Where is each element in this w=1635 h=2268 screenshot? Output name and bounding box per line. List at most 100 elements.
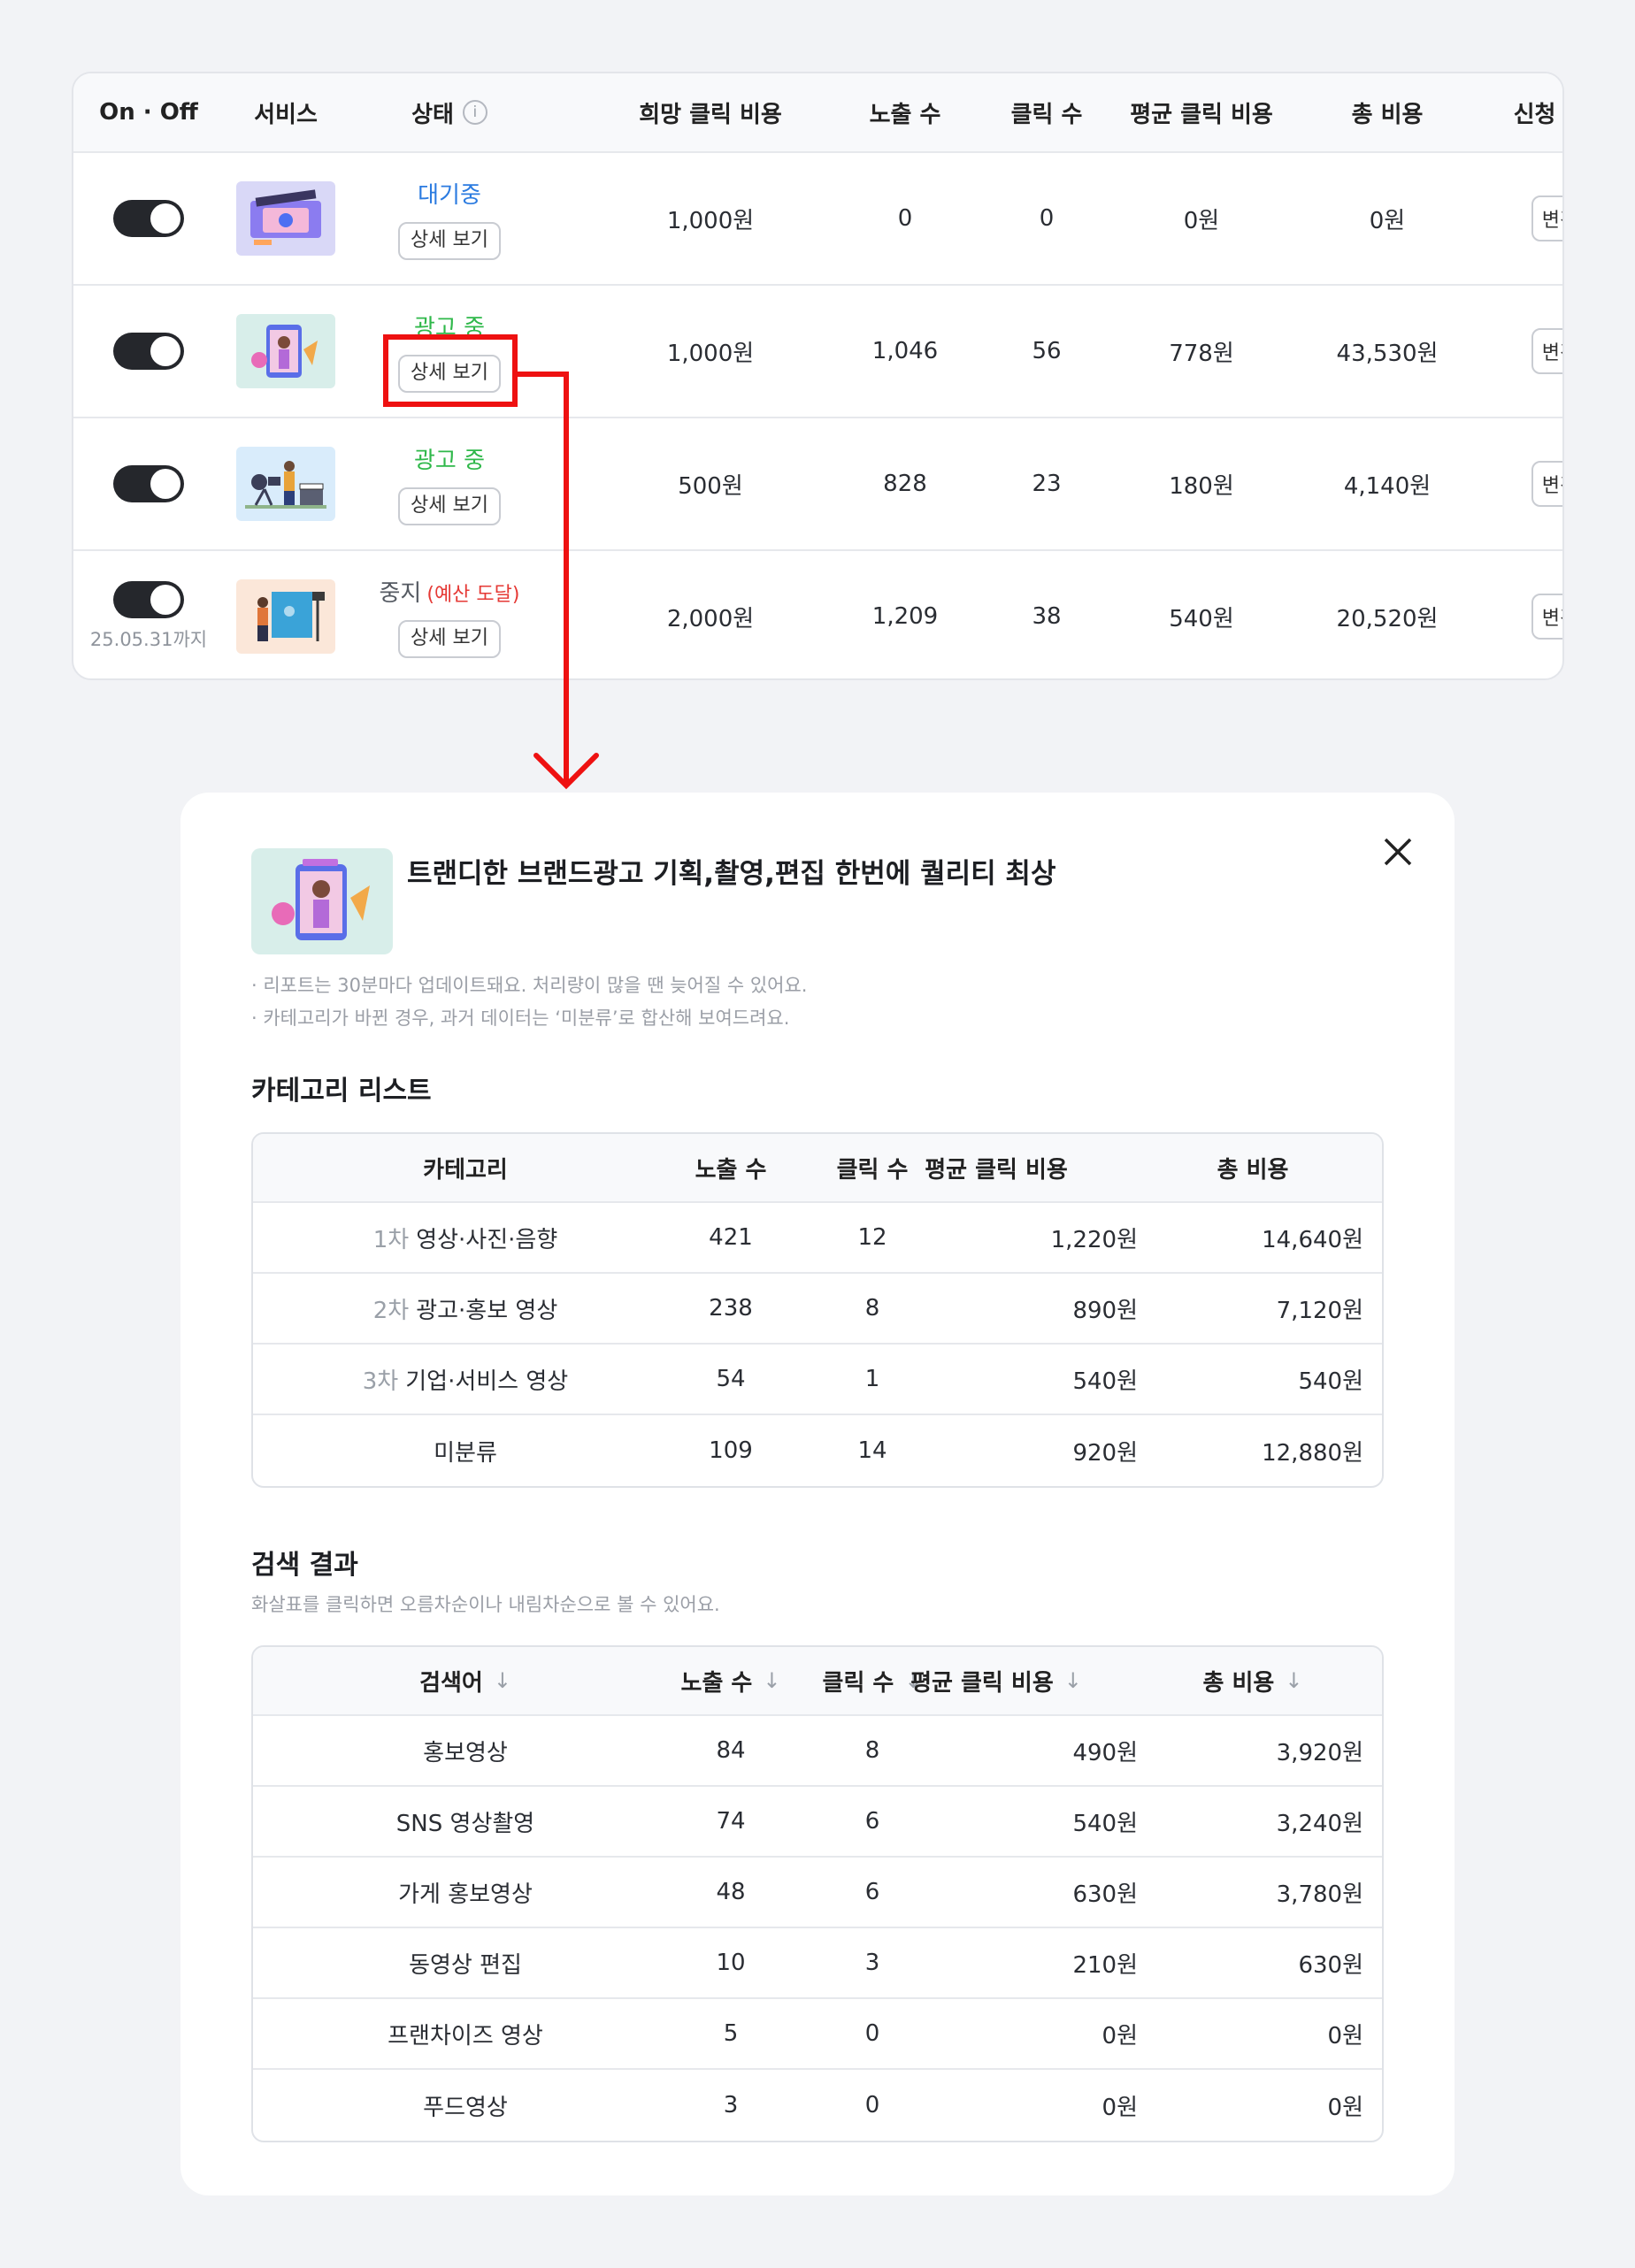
service-cell: [224, 153, 348, 284]
status-cell: 대기중 상세 보기: [374, 153, 525, 284]
header-status-label: 상태: [411, 101, 454, 128]
arrow-down-icon[interactable]: ↓: [763, 1668, 780, 1693]
ad-row: 대기중 상세 보기 1,000원 0 0 0원 0원 변경: [73, 153, 1562, 286]
detail-button[interactable]: 상세 보기: [398, 620, 501, 658]
table-row: 3차 기업·서비스 영상 54 1 540원 540원: [253, 1345, 1382, 1415]
total-cost-value: 3,780원: [1276, 1881, 1363, 1908]
keyword-value: SNS 영상촬영: [395, 1810, 535, 1837]
total-cost-value: 0원: [1327, 2022, 1363, 2050]
service-thumbnail[interactable]: [236, 447, 335, 521]
service-thumbnail: [251, 848, 393, 954]
ads-table-header: On · Off 서비스 상태 i 희망 클릭 비용 노출 수 클릭 수 평균 …: [73, 73, 1562, 153]
on-off-toggle[interactable]: [113, 581, 184, 618]
avg-cpc-value: 630원: [1072, 1881, 1138, 1908]
ad-row: 광고 중 상세 보기 500원 828 23 180원 4,140원 변경: [73, 418, 1562, 551]
avg-cpc-value: 0원: [1102, 2022, 1138, 2050]
header-total-cost-label: 총 비용: [1202, 1669, 1275, 1697]
category-level: 3차: [362, 1368, 399, 1395]
service-cell: [224, 418, 348, 549]
table-row: SNS 영상촬영 74 6 540원 3,240원: [253, 1787, 1382, 1858]
table-row: 프랜차이즈 영상 5 0 0원 0원: [253, 1999, 1382, 2070]
table-row: 2차 광고·홍보 영상 238 8 890원 7,120원: [253, 1274, 1382, 1345]
table-row: 가게 홍보영상 48 6 630원 3,780원: [253, 1858, 1382, 1928]
toggle-cell: [73, 153, 224, 284]
search-section-title: 검색 결과: [251, 1550, 358, 1581]
avg-cpc-value: 210원: [1072, 1951, 1138, 1979]
table-row: 푸드영상 3 0 0원 0원: [253, 2070, 1382, 2141]
total-cost-value: 630원: [1298, 1951, 1363, 1979]
header-avg-cpc[interactable]: 평균 클릭 비용 ↓: [864, 1647, 1129, 1714]
total-cost-value: 14,640원: [1262, 1226, 1363, 1253]
status-stopped-label: 중지: [379, 580, 422, 608]
status-cell: 중지 (예산 도달) 상세 보기: [374, 551, 525, 678]
application-cell: 변경: [1471, 286, 1562, 417]
info-icon[interactable]: i: [462, 100, 487, 125]
service-thumbnail[interactable]: [236, 181, 335, 256]
status-cell: 광고 중 상세 보기: [374, 418, 525, 549]
header-total-cost: 총 비용: [1217, 1156, 1289, 1184]
header-service: 서비스: [254, 101, 318, 128]
category-table-header: 카테고리 노출 수 클릭 수 평균 클릭 비용 총 비용: [253, 1134, 1382, 1203]
table-row: 홍보영상 84 8 490원 3,920원: [253, 1716, 1382, 1787]
category-label: 미분류: [434, 1439, 497, 1467]
keyword-value: 홍보영상: [423, 1739, 508, 1766]
category-name: 3차 기업·서비스 영상: [253, 1345, 678, 1414]
category-label: 기업·서비스 영상: [405, 1368, 569, 1395]
total-cost-value: 3,240원: [1276, 1810, 1363, 1837]
search-table: 검색어 ↓ 노출 수 ↓ 클릭 수 ↓ 평균 클릭 비용 ↓ 총 비용 ↓ 홍보영상 84…: [251, 1645, 1384, 2142]
toggle-expiry-date: 25.05.31까지: [89, 629, 208, 650]
search-section-subtitle: 화살표를 클릭하면 오름차순이나 내림차순으로 볼 수 있어요.: [251, 1594, 720, 1615]
status-stopped: 중지 (예산 도달): [380, 575, 520, 608]
arrow-down-icon[interactable]: ↓: [1285, 1668, 1302, 1693]
avg-cpc-value: 490원: [1072, 1739, 1138, 1766]
ads-table: On · Off 서비스 상태 i 희망 클릭 비용 노출 수 클릭 수 평균 …: [72, 72, 1564, 680]
service-cell: [224, 551, 348, 678]
avg-cpc-value: 540원: [1072, 1368, 1138, 1395]
change-button[interactable]: 변경: [1531, 594, 1562, 640]
application-cell: 변경: [1471, 418, 1562, 549]
avg-cpc-value: 1,220원: [1050, 1226, 1138, 1253]
total-cost-value: 12,880원: [1262, 1439, 1363, 1467]
table-row: 미분류 109 14 920원 12,880원: [253, 1415, 1382, 1486]
change-button[interactable]: 변경: [1531, 195, 1562, 241]
category-label: 영상·사진·음향: [416, 1226, 558, 1253]
keyword-value: 가게 홍보영상: [398, 1881, 533, 1908]
header-toggle: On · Off: [99, 99, 198, 126]
report-note: · 리포트는 30분마다 업데이트돼요. 처리량이 많을 땐 늦어질 수 있어요…: [251, 975, 808, 996]
on-off-toggle[interactable]: [113, 333, 184, 370]
report-note: · 카테고리가 바뀐 경우, 과거 데이터는 ‘미분류’로 합산해 보여드려요.: [251, 1008, 790, 1029]
header-keyword[interactable]: 검색어 ↓: [253, 1647, 678, 1714]
service-cell: [224, 286, 348, 417]
status-budget-reached: (예산 도달): [426, 584, 520, 607]
search-table-header: 검색어 ↓ 노출 수 ↓ 클릭 수 ↓ 평균 클릭 비용 ↓ 총 비용 ↓: [253, 1647, 1382, 1716]
total-cost-value: 3,920원: [1276, 1739, 1363, 1766]
report-notes: · 리포트는 30분마다 업데이트돼요. 처리량이 많을 땐 늦어질 수 있어요…: [251, 969, 807, 1035]
header-avg-cpc: 평균 클릭 비용: [925, 1156, 1068, 1184]
keyword-value: 푸드영상: [423, 2094, 508, 2121]
total-cost-value: 540원: [1298, 1368, 1363, 1395]
on-off-toggle[interactable]: [113, 465, 184, 502]
service-thumbnail[interactable]: [236, 579, 335, 654]
arrow-down-icon[interactable]: ↓: [494, 1668, 511, 1693]
header-status: 상태 i: [374, 73, 525, 151]
arrow-down-icon[interactable]: ↓: [1064, 1668, 1082, 1693]
category-name: 미분류: [253, 1415, 678, 1486]
avg-cpc-value: 890원: [1072, 1297, 1138, 1324]
header-total-cost[interactable]: 총 비용 ↓: [1138, 1647, 1368, 1714]
modal-title: 트랜디한 브랜드광고 기획,촬영,편집 한번에 퀄리티 최상: [407, 858, 1056, 890]
category-level: 2차: [372, 1297, 410, 1324]
category-label: 광고·홍보 영상: [416, 1297, 558, 1324]
service-thumbnail[interactable]: [236, 314, 335, 388]
table-row: 1차 영상·사진·음향 421 12 1,220원 14,640원: [253, 1203, 1382, 1274]
toggle-cell: [73, 286, 224, 417]
on-off-toggle[interactable]: [113, 200, 184, 237]
detail-button[interactable]: 상세 보기: [398, 487, 501, 525]
change-button[interactable]: 변경: [1531, 328, 1562, 374]
avg-cpc-value: 920원: [1072, 1439, 1138, 1467]
table-row: 동영상 편집 10 3 210원 630원: [253, 1928, 1382, 1999]
header-category: 카테고리: [423, 1156, 508, 1184]
change-button[interactable]: 변경: [1531, 461, 1562, 507]
detail-button[interactable]: 상세 보기: [398, 222, 501, 260]
category-table: 카테고리 노출 수 클릭 수 평균 클릭 비용 총 비용 1차 영상·사진·음향 …: [251, 1132, 1384, 1488]
close-icon[interactable]: [1378, 831, 1418, 872]
